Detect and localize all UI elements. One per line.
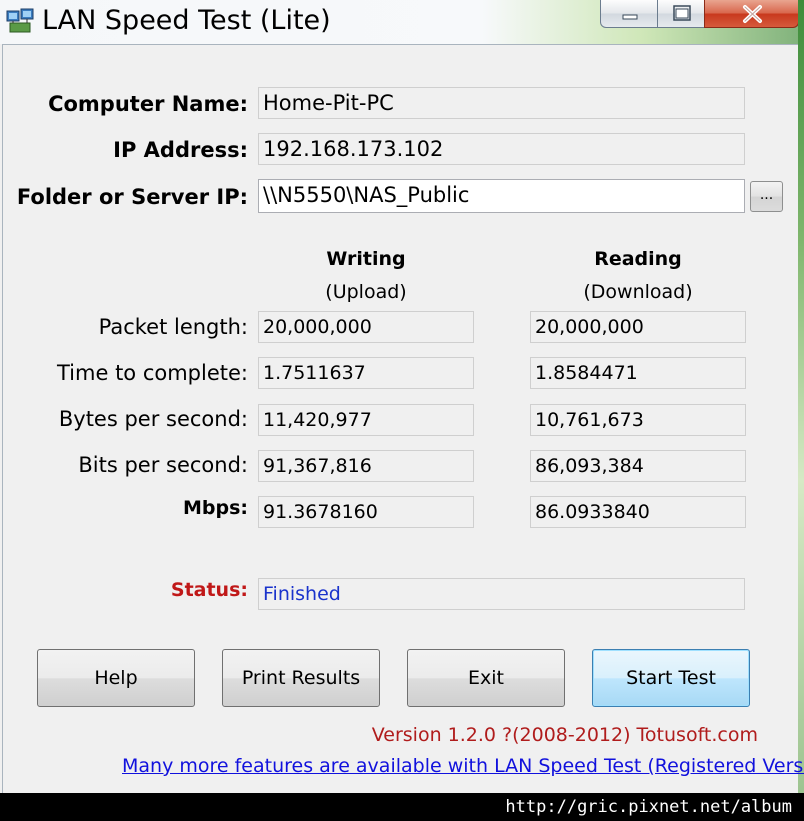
writing-subheader: (Upload) [325, 281, 407, 303]
app-icon [6, 8, 34, 33]
minimize-icon [622, 14, 638, 20]
mbps-reading: 86.0933840 [530, 496, 746, 528]
bits-per-second-label: Bits per second: [78, 453, 248, 477]
window-title: LAN Speed Test (Lite) [42, 5, 331, 36]
close-button[interactable] [704, 0, 799, 28]
bytes-per-second-label: Bytes per second: [58, 407, 248, 431]
packet-length-label: Packet length: [98, 315, 248, 339]
time-to-complete-label: Time to complete: [57, 361, 248, 385]
ip-address-field: 192.168.173.102 [258, 133, 745, 165]
bytes-per-second-reading: 10,761,673 [530, 404, 746, 436]
packet-length-reading: 20,000,000 [530, 311, 746, 343]
watermark-bar: http://gric.pixnet.net/album [0, 793, 804, 821]
print-results-button[interactable]: Print Results [222, 649, 380, 707]
reading-subheader: (Download) [583, 281, 693, 303]
bytes-per-second-writing: 11,420,977 [258, 404, 474, 436]
bits-per-second-writing: 91,367,816 [258, 450, 474, 482]
computer-name-label: Computer Name: [48, 92, 248, 116]
close-icon [743, 5, 762, 23]
mbps-writing: 91.3678160 [258, 496, 474, 528]
time-to-complete-writing: 1.7511637 [258, 357, 474, 389]
version-text: Version 1.2.0 ?(2008-2012) Totusoft.com [371, 724, 758, 746]
bits-per-second-reading: 86,093,384 [530, 450, 746, 482]
maximize-icon [673, 5, 691, 21]
folder-server-input[interactable]: \\N5550\NAS_Public [258, 179, 745, 213]
maximize-button[interactable] [657, 0, 705, 28]
reading-header: Reading [594, 248, 682, 270]
time-to-complete-reading: 1.8584471 [530, 357, 746, 389]
minimize-button[interactable] [600, 0, 658, 28]
title-bar: LAN Speed Test (Lite) [0, 0, 804, 44]
ip-address-label: IP Address: [113, 138, 248, 162]
start-test-button[interactable]: Start Test [592, 649, 750, 707]
browse-button[interactable]: ... [750, 181, 783, 212]
computer-name-field: Home-Pit-PC [258, 87, 745, 119]
watermark-text: http://gric.pixnet.net/album [505, 797, 792, 817]
folder-server-label: Folder or Server IP: [16, 185, 248, 209]
app-window: LAN Speed Test (Lite) Computer Name: Hom… [0, 0, 804, 800]
exit-button[interactable]: Exit [407, 649, 565, 707]
registered-version-link[interactable]: Many more features are available with LA… [122, 755, 804, 777]
background-strip [798, 0, 804, 800]
status-field: Finished [258, 578, 745, 610]
packet-length-writing: 20,000,000 [258, 311, 474, 343]
mbps-label: Mbps: [182, 497, 248, 519]
status-label: Status: [170, 579, 248, 601]
help-button[interactable]: Help [37, 649, 195, 707]
writing-header: Writing [326, 248, 406, 270]
